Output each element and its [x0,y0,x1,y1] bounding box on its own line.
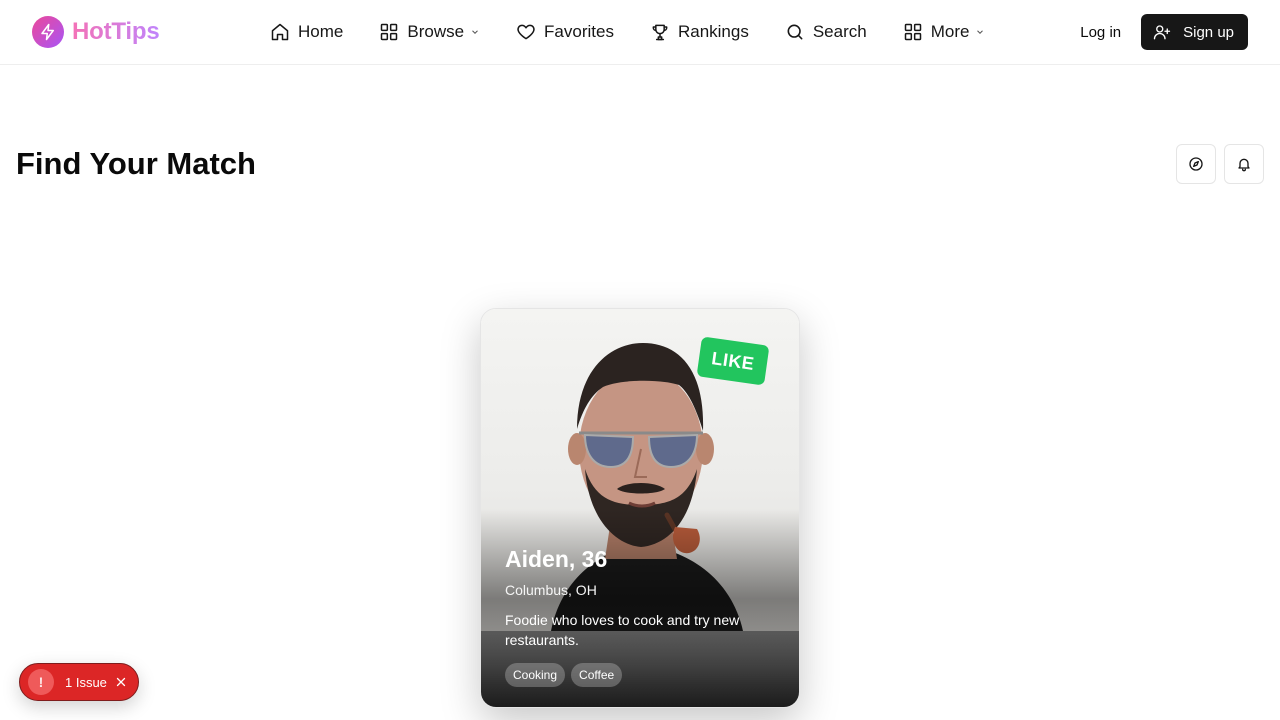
heart-icon [517,24,535,40]
nav-label: More [930,22,970,41]
brand-name: HotTips [72,18,160,45]
signup-label: Sign up [1183,23,1234,41]
top-navbar: HotTips Home Browse Favorites Rankings S… [0,0,1280,65]
main-nav: Home Browse Favorites Rankings Search Mo… [270,18,985,46]
brand-logo[interactable]: HotTips [32,16,160,48]
nav-label: Browse [407,22,465,41]
nav-label: Search [812,22,867,41]
home-icon [271,23,289,41]
issue-indicator[interactable]: ! 1 Issue [19,663,139,701]
profile-location: Columbus, OH [505,582,597,598]
profile-info: Aiden, 36 Columbus, OH Foodie who loves … [505,545,777,687]
trophy-icon [652,24,668,41]
nav-item-search[interactable]: Search [785,18,867,46]
chevron-down-icon [977,30,984,34]
profile-bio: Foodie who loves to cook and try new res… [505,612,740,648]
login-link[interactable]: Log in [1080,24,1121,41]
nav-label: Rankings [677,22,749,41]
search-icon [787,24,803,40]
nav-item-home[interactable]: Home [270,18,343,46]
page-title: Find Your Match [16,146,256,181]
lightning-icon [32,16,64,48]
nav-item-favorites[interactable]: Favorites [516,18,614,46]
nav-label: Home [298,22,344,41]
tag: Coffee [571,663,623,687]
grid-icon [904,23,921,41]
bell-icon [1238,158,1250,172]
nav-item-rankings[interactable]: Rankings [650,18,749,46]
issue-count: 1 Issue [65,675,107,690]
notifications-button[interactable] [1224,144,1264,184]
discover-button[interactable] [1176,144,1216,184]
tag: Cooking [505,663,566,687]
chevron-down-icon [472,30,478,34]
compass-icon [1189,157,1203,171]
interest-tags: Cooking Coffee [505,663,777,687]
grid-icon [381,23,398,41]
close-icon[interactable] [114,675,128,689]
signup-button[interactable]: Sign up [1141,14,1248,50]
profile-card[interactable]: LIKE Aiden, 36 Columbus, OH Foodie who l… [480,308,800,708]
profile-name: Aiden, 36 [505,546,608,572]
nav-item-browse[interactable]: Browse [379,18,480,46]
nav-label: Favorites [544,22,614,41]
auth-actions: Log in Sign up [1080,14,1248,50]
user-plus-icon [1153,25,1171,40]
alert-icon: ! [28,669,54,695]
nav-item-more[interactable]: More [903,18,986,46]
